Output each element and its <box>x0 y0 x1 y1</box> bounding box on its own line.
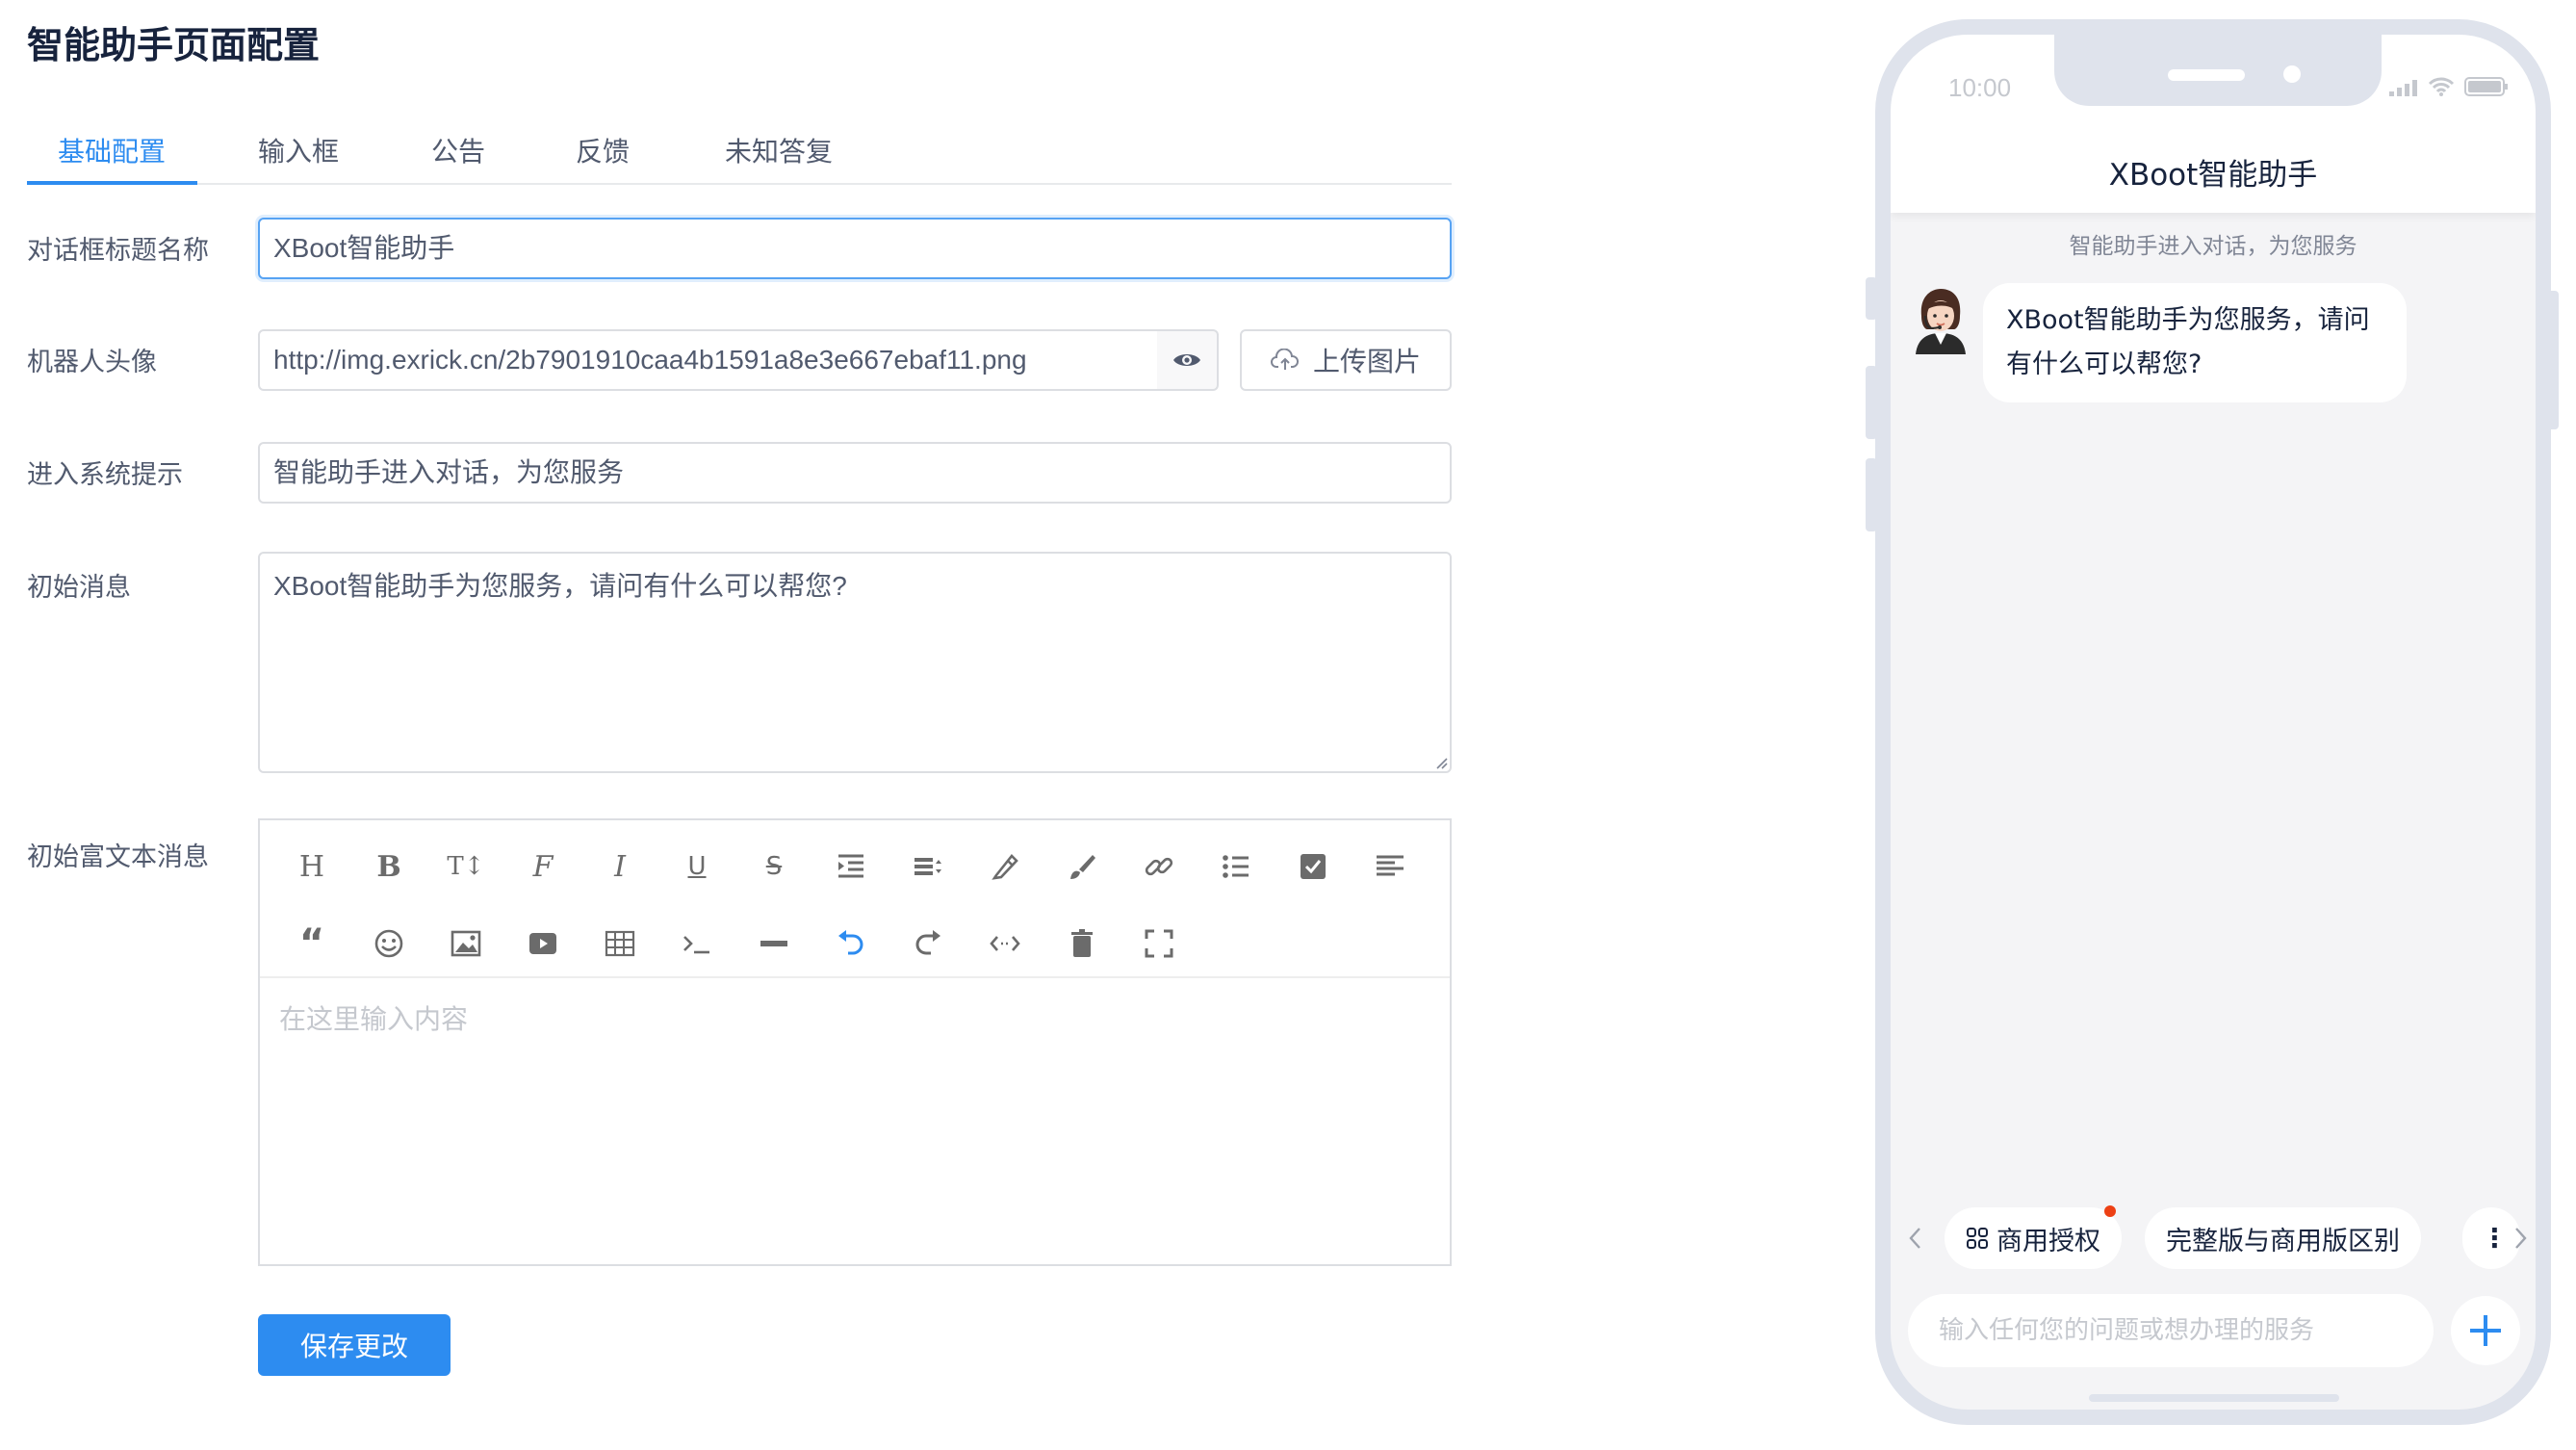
robot-avatar <box>1916 289 1966 354</box>
chat-input[interactable]: 输入任何您的问题或想办理的服务 <box>1908 1294 2434 1367</box>
quick-chip-license[interactable]: 商用授权 <box>1945 1205 2122 1269</box>
eye-icon <box>1173 354 1200 366</box>
fore-color-icon[interactable] <box>982 843 1028 890</box>
more-vertical-icon: ⋮ <box>2482 1223 2508 1254</box>
font-family-icon[interactable]: F <box>520 843 566 890</box>
save-button[interactable]: 保存更改 <box>258 1314 451 1376</box>
trash-icon[interactable] <box>1059 920 1105 967</box>
initial-message-text: XBoot智能助手为您服务，请问有什么可以帮您? <box>273 571 847 601</box>
divider-icon[interactable] <box>751 920 797 967</box>
justify-icon[interactable] <box>1367 843 1413 890</box>
image-icon[interactable] <box>443 920 489 967</box>
emoticon-icon[interactable] <box>366 920 412 967</box>
font-size-icon[interactable]: T↕ <box>443 843 489 890</box>
upload-image-label: 上传图片 <box>1312 346 1421 377</box>
cloud-upload-icon <box>1271 349 1299 370</box>
video-icon[interactable] <box>520 920 566 967</box>
resize-handle-icon[interactable] <box>1432 754 1448 769</box>
underline-icon[interactable]: U <box>674 843 720 890</box>
chevron-right-icon[interactable] <box>2507 1221 2536 1256</box>
back-color-icon[interactable] <box>1059 843 1105 890</box>
dialog-title-label: 对话框标题名称 <box>27 236 209 266</box>
chat-title: XBoot智能助手 <box>2108 158 2318 193</box>
code-icon[interactable] <box>674 920 720 967</box>
enter-tip-input[interactable]: 智能助手进入对话，为您服务 <box>258 442 1452 504</box>
quick-chip-compare[interactable]: 完整版与商用版区别 <box>2145 1207 2421 1269</box>
signal-icon <box>2389 80 2417 96</box>
speaker <box>2168 69 2245 81</box>
phone-notch <box>2054 35 2382 106</box>
robot-avatar-input[interactable]: http://img.exrick.cn/2b7901910caa4b1591a… <box>258 329 1159 391</box>
notification-dot <box>2104 1205 2116 1217</box>
robot-avatar-label: 机器人头像 <box>27 348 157 377</box>
heading-icon[interactable]: H <box>289 843 335 890</box>
editor-toolbar: H B T↕ F I U S “ <box>260 820 1450 978</box>
html-source-icon[interactable] <box>982 920 1028 967</box>
list-icon[interactable] <box>1213 843 1259 890</box>
tab-basic-config[interactable]: 基础配置 <box>58 131 166 169</box>
grid-icon <box>1967 1228 1988 1249</box>
chevron-left-icon[interactable] <box>1900 1221 1929 1256</box>
rich-message-label: 初始富文本消息 <box>27 842 209 872</box>
upload-image-button[interactable]: 上传图片 <box>1240 329 1452 391</box>
wifi-icon <box>2428 77 2455 96</box>
indent-icon[interactable] <box>828 843 874 890</box>
phone-preview: 10:00 XBoot智能助手 智能助手进入对话，为您服务 XBoot智能助手为… <box>1875 19 2551 1425</box>
rich-text-editor: H B T↕ F I U S “ 在这里输入内容 <box>258 818 1452 1266</box>
page: 智能助手页面配置 基础配置 输入框 公告 反馈 未知答复 对话框标题名称 XBo… <box>0 0 2576 1450</box>
enter-tip-label: 进入系统提示 <box>27 460 183 490</box>
quick-chip-label: 商用授权 <box>1996 1226 2100 1256</box>
tab-bar: 基础配置 输入框 公告 反馈 未知答复 <box>27 123 1452 185</box>
initial-message-label: 初始消息 <box>27 573 131 603</box>
page-title: 智能助手页面配置 <box>27 24 321 66</box>
bold-icon[interactable]: B <box>366 843 412 890</box>
redo-icon[interactable] <box>905 920 951 967</box>
undo-icon[interactable] <box>828 920 874 967</box>
dialog-title-input[interactable]: XBoot智能助手 <box>258 218 1452 279</box>
editor-placeholder[interactable]: 在这里输入内容 <box>279 998 468 1037</box>
preview-eye-button[interactable] <box>1157 329 1219 391</box>
line-height-icon[interactable] <box>905 843 951 890</box>
tab-feedback[interactable]: 反馈 <box>576 131 630 169</box>
home-indicator <box>2089 1394 2339 1402</box>
strikethrough-icon[interactable]: S <box>751 843 797 890</box>
plus-icon <box>2470 1315 2501 1346</box>
tab-active-indicator <box>27 181 197 185</box>
add-button[interactable] <box>2451 1296 2520 1365</box>
phone-header: 10:00 XBoot智能助手 <box>1891 35 2536 213</box>
quote-icon[interactable]: “ <box>289 920 335 967</box>
todo-checkbox-icon[interactable] <box>1290 843 1336 890</box>
status-icons <box>2389 77 2509 96</box>
link-icon[interactable] <box>1136 843 1182 890</box>
tab-unknown-reply[interactable]: 未知答复 <box>725 131 833 169</box>
tab-announcement[interactable]: 公告 <box>431 131 485 169</box>
bot-message-bubble: XBoot智能助手为您服务，请问有什么可以帮您? <box>1983 283 2407 402</box>
battery-icon <box>2464 77 2508 96</box>
system-tip: 智能助手进入对话，为您服务 <box>2069 234 2357 259</box>
camera <box>2283 65 2301 83</box>
status-time: 10:00 <box>1948 73 2012 102</box>
quick-reply-row: 商用授权 完整版与商用版区别 ⋮ <box>1891 1205 2536 1269</box>
fullscreen-icon[interactable] <box>1136 920 1182 967</box>
italic-icon[interactable]: I <box>597 843 643 890</box>
initial-message-textarea[interactable]: XBoot智能助手为您服务，请问有什么可以帮您? <box>258 552 1452 773</box>
tab-input-box[interactable]: 输入框 <box>258 131 339 169</box>
quick-chip-label: 完整版与商用版区别 <box>2166 1226 2400 1256</box>
table-icon[interactable] <box>597 920 643 967</box>
